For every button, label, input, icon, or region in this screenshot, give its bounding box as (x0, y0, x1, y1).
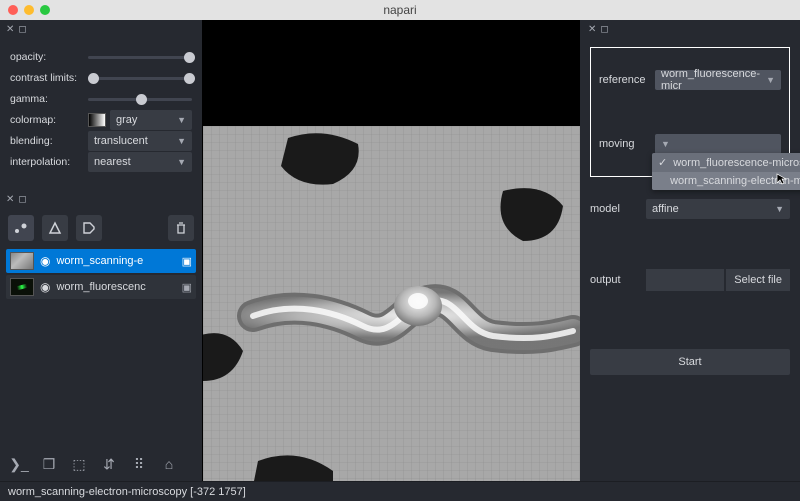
interpolation-select[interactable]: nearest ▼ (88, 152, 192, 172)
new-labels-button[interactable] (76, 215, 102, 241)
visibility-icon[interactable]: ◉ (40, 254, 50, 268)
visibility-icon[interactable]: ◉ (40, 280, 50, 294)
model-value: affine (652, 203, 679, 215)
check-icon: ✓ (658, 156, 667, 169)
chevron-down-icon: ▼ (775, 204, 784, 214)
opacity-label: opacity: (10, 51, 88, 63)
gamma-label: gamma: (10, 93, 88, 105)
home-button[interactable]: ⌂ (158, 453, 180, 475)
layer-name: worm_scanning-e (56, 255, 175, 267)
chevron-down-icon: ▼ (177, 157, 186, 167)
moving-dropdown-popup: ✓ worm_fluorescence-microscopy worm_scan… (652, 153, 800, 190)
transpose-button[interactable]: ⇵ (98, 453, 120, 475)
status-bar: worm_scanning-electron-microscopy [-372 … (0, 481, 800, 501)
popout-icon[interactable]: ◻ (18, 194, 26, 205)
layer-item[interactable]: ◉ worm_fluorescenc ▣ (6, 275, 196, 299)
reference-label: reference (599, 74, 655, 86)
opacity-slider[interactable] (88, 56, 192, 59)
contrast-slider[interactable] (88, 77, 192, 80)
select-file-button[interactable]: Select file (726, 269, 790, 291)
dropdown-option[interactable]: worm_scanning-electron-micros (652, 172, 800, 190)
contrast-label: contrast limits: (10, 72, 88, 84)
minimize-window-button[interactable] (24, 5, 34, 15)
viewer-buttons: ❯_ ❒ ⬚ ⇵ ⠿ ⌂ (0, 447, 202, 481)
chevron-down-icon: ▼ (766, 75, 775, 85)
layer-thumbnail (10, 252, 34, 270)
ndisplay-button[interactable]: ❒ (38, 453, 60, 475)
blending-select[interactable]: translucent ▼ (88, 131, 192, 151)
colormap-label: colormap: (10, 114, 88, 126)
layer-list: ◉ worm_scanning-e ▣ ◉ worm_fluorescenc ▣ (0, 243, 202, 305)
left-panel: ✕ ◻ opacity: contrast limits: gamma: (0, 20, 202, 481)
delete-layer-button[interactable] (168, 215, 194, 241)
output-path-field[interactable] (646, 269, 724, 291)
right-panel: ✕ ◻ reference worm_fluorescence-micr ▼ m… (580, 20, 800, 481)
maximize-window-button[interactable] (40, 5, 50, 15)
moving-select[interactable]: ▼ (655, 134, 781, 154)
layer-thumbnail (10, 278, 34, 296)
chevron-down-icon: ▼ (661, 139, 670, 149)
moving-label: moving (599, 138, 655, 150)
dropdown-option[interactable]: ✓ worm_fluorescence-microscopy (652, 153, 800, 172)
output-label: output (590, 274, 646, 286)
option-label: worm_scanning-electron-micros (670, 175, 800, 187)
new-points-button[interactable] (8, 215, 34, 241)
colormap-swatch (88, 113, 106, 127)
image-type-icon: ▣ (182, 255, 192, 268)
blending-label: blending: (10, 135, 88, 147)
popout-icon[interactable]: ◻ (18, 24, 26, 35)
layer-controls: opacity: contrast limits: gamma: colorma… (0, 39, 202, 184)
colormap-value: gray (116, 114, 137, 126)
interpolation-value: nearest (94, 156, 131, 168)
layer-toolbar (0, 209, 202, 243)
console-button[interactable]: ❯_ (8, 453, 30, 475)
popout-icon[interactable]: ◻ (600, 24, 608, 35)
interpolation-label: interpolation: (10, 156, 88, 168)
model-label: model (590, 203, 646, 215)
image-display (203, 126, 580, 481)
gamma-slider[interactable] (88, 98, 192, 101)
undock-icon[interactable]: ✕ (588, 24, 596, 35)
roll-button[interactable]: ⬚ (68, 453, 90, 475)
option-label: worm_fluorescence-microscopy (673, 157, 800, 169)
blending-value: translucent (94, 135, 148, 147)
close-window-button[interactable] (8, 5, 18, 15)
chevron-down-icon: ▼ (177, 136, 186, 146)
chevron-down-icon: ▼ (177, 115, 186, 125)
status-text: worm_scanning-electron-microscopy [-372 … (8, 486, 246, 498)
image-type-icon: ▣ (182, 281, 192, 294)
layer-item[interactable]: ◉ worm_scanning-e ▣ (6, 249, 196, 273)
model-select[interactable]: affine ▼ (646, 199, 790, 219)
colormap-select[interactable]: gray ▼ (110, 110, 192, 130)
reference-value: worm_fluorescence-micr (661, 68, 766, 92)
new-shapes-button[interactable] (42, 215, 68, 241)
start-button[interactable]: Start (590, 349, 790, 375)
layer-name: worm_fluorescenc (56, 281, 175, 293)
undock-icon[interactable]: ✕ (6, 24, 14, 35)
viewer-canvas[interactable] (202, 20, 580, 481)
window-title: napari (383, 3, 416, 17)
window-titlebar: napari (0, 0, 800, 20)
undock-icon[interactable]: ✕ (6, 194, 14, 205)
grid-button[interactable]: ⠿ (128, 453, 150, 475)
reference-select[interactable]: worm_fluorescence-micr ▼ (655, 70, 781, 90)
